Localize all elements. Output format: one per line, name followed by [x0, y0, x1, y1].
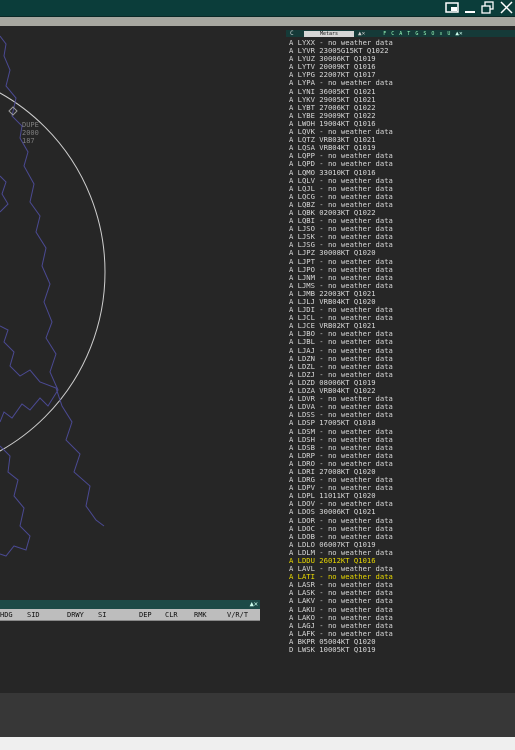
collapse-up-icon[interactable]: ▲✕ [358, 30, 365, 37]
metars-menu[interactable]: F C A T G S O ¤ U [383, 31, 451, 37]
coastline [0, 35, 59, 423]
col-hdg[interactable]: HDG [0, 611, 13, 619]
metars-panel-header[interactable]: C Metars ▲✕ F C A T G S O ¤ U ▲✕ [286, 30, 515, 37]
col-si[interactable]: SI [98, 611, 106, 619]
panel-close-icon[interactable]: ▲✕ [455, 30, 462, 37]
fix-label[interactable]: DUPE 2000 187 [22, 121, 39, 145]
tile-icon[interactable] [445, 1, 459, 15]
coast-segment [0, 175, 9, 213]
metars-list: A LYXX - no weather data A LYVR 23005G15K… [289, 38, 515, 654]
scope-drawing [0, 35, 106, 557]
col-vrt[interactable]: V/R/T [227, 611, 248, 619]
col-dep[interactable]: DEP [139, 611, 152, 619]
status-area [0, 693, 515, 737]
fix-code: 187 [22, 137, 35, 145]
title-bar [0, 0, 515, 17]
col-sid[interactable]: SID [27, 611, 40, 619]
fix-altitude: 2000 [22, 129, 39, 137]
toolbar-strip [0, 17, 515, 26]
close-icon[interactable] [499, 1, 513, 15]
metar-line[interactable]: D LWSK 10005KT Q1019 [289, 645, 515, 654]
border-line [0, 325, 105, 527]
range-ring [0, 92, 106, 452]
restore-icon[interactable] [481, 1, 495, 15]
metars-title: Metars [304, 30, 354, 37]
bottom-bar [0, 737, 515, 750]
flightplan-header: HDG SID DRWY SI DEP CLR RMK V/R/T [0, 609, 260, 621]
metars-corner-label: C [290, 30, 294, 37]
island-line [0, 445, 31, 557]
col-rmk[interactable]: RMK [194, 611, 207, 619]
col-drwy[interactable]: DRWY [67, 611, 84, 619]
window-controls [445, 1, 513, 15]
minimize-icon[interactable] [463, 1, 477, 15]
radar-scope[interactable]: DUPE 2000 187 [0, 26, 283, 600]
col-clr[interactable]: CLR [165, 611, 178, 619]
flightplan-close-icon[interactable]: ▲✕ [250, 600, 258, 608]
fix-name: DUPE [22, 121, 39, 129]
